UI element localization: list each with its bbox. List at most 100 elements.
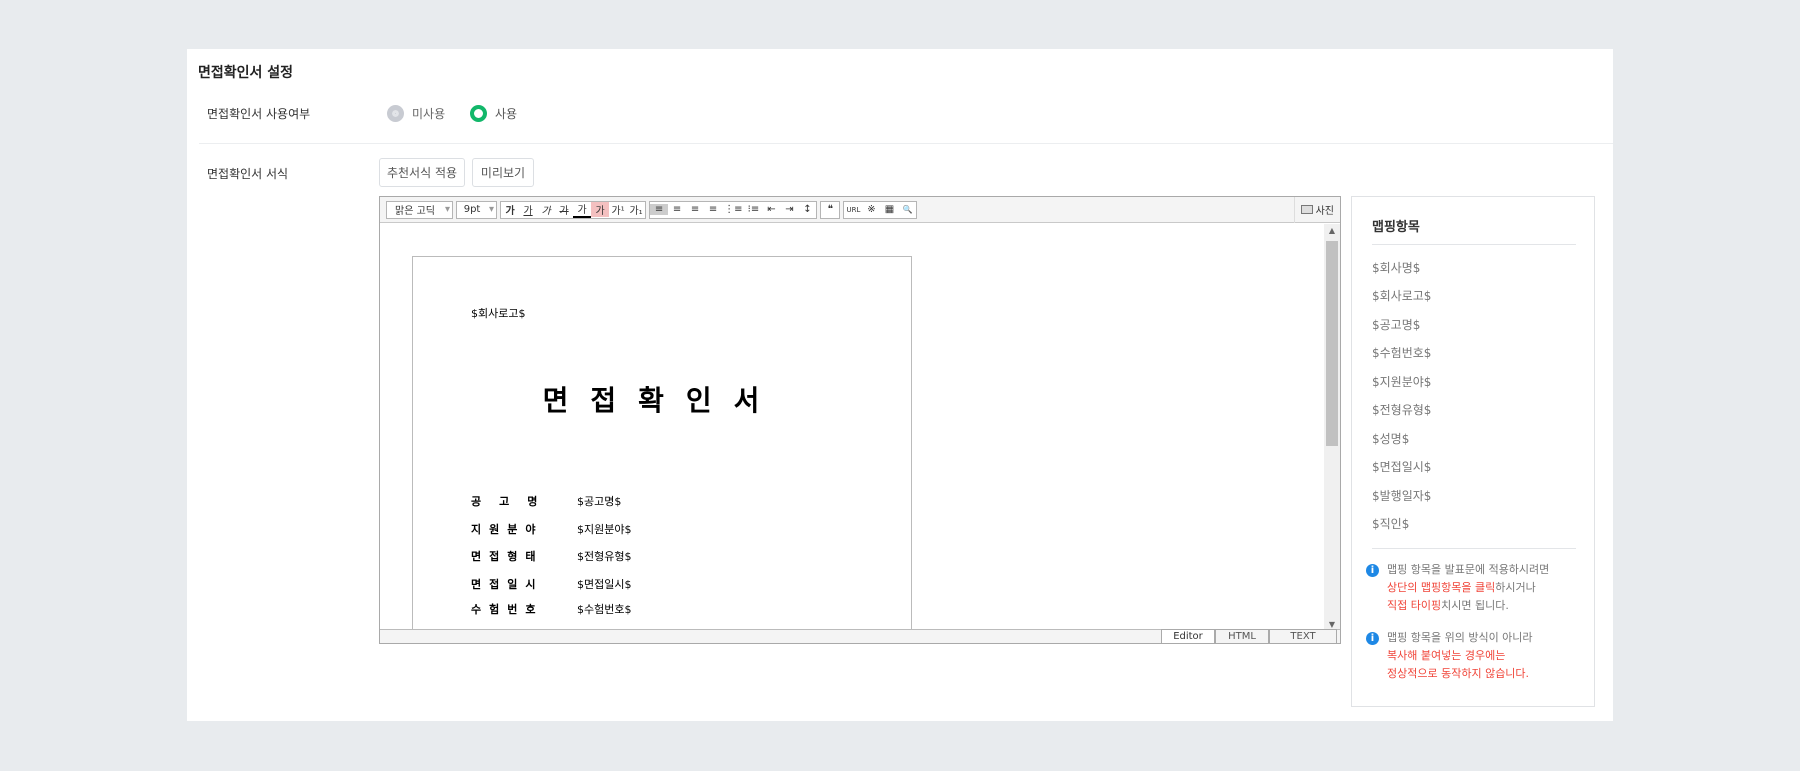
scroll-down-icon[interactable]: ▼ <box>1324 620 1340 629</box>
editor-toolbar: 맑은 고딕 ▾ 9pt ▾ 가 가 가 가 가 가 가¹ 가₁ ≡ ≡ ≡ ≡ ⋮≡… <box>380 196 1340 223</box>
mapping-item[interactable]: $공고명$ <box>1372 316 1420 333</box>
mapping-item[interactable]: $회사로고$ <box>1372 287 1431 304</box>
underline-button[interactable]: 가 <box>519 202 537 217</box>
justify-button[interactable]: ≡ <box>704 204 722 215</box>
photo-label: 사진 <box>1315 206 1334 217</box>
mapping-panel: 맵핑항목 $회사명$ $회사로고$ $공고명$ $수험번호$ $지원분야$ $전… <box>1351 196 1595 707</box>
doc-row-value: $공고명$ <box>577 495 622 508</box>
font-value: 맑은 고딕 <box>395 206 435 217</box>
radio-label: 미사용 <box>412 107 446 121</box>
radio-label: 사용 <box>495 107 518 121</box>
info-text: 하시거나 <box>1495 581 1536 594</box>
divider <box>1372 244 1576 245</box>
divider <box>1372 548 1576 549</box>
italic-button[interactable]: 가 <box>537 202 555 217</box>
preview-button[interactable]: 미리보기 <box>472 158 534 187</box>
info-text: 맵핑 항목을 위의 방식이 아니라 <box>1387 631 1533 644</box>
info-note-2: i 맵핑 항목을 위의 방식이 아니라 복사해 붙여넣는 경우에는 정상적으로 … <box>1366 629 1533 683</box>
radio-unused[interactable]: 미사용 <box>387 105 445 122</box>
doc-logo-placeholder: $회사로고$ <box>471 307 526 320</box>
scrollbar-thumb[interactable] <box>1326 241 1338 446</box>
section-title: 면접확인서 설정 <box>198 65 294 81</box>
tab-text[interactable]: TEXT <box>1269 629 1337 643</box>
divider <box>199 143 1613 144</box>
info-note-1: i 맵핑 항목을 발표문에 적용하시려면 상단의 맵핑항목을 클릭하시거나 직접… <box>1366 561 1549 615</box>
insert-group: URL ※ ▦ 🔍 <box>843 200 918 219</box>
vertical-scrollbar[interactable]: ▲ ▼ <box>1324 224 1340 631</box>
radio-off-icon <box>387 105 404 122</box>
doc-row-label: 수험번호 <box>471 603 544 616</box>
mapping-item[interactable]: $면접일시$ <box>1372 458 1431 475</box>
radio-used[interactable]: 사용 <box>470 105 517 122</box>
info-highlight: 복사해 붙여넣는 경우에는 <box>1387 649 1506 662</box>
mapping-item[interactable]: $수험번호$ <box>1372 344 1431 361</box>
doc-row-label: 지원분야 <box>471 523 544 536</box>
indent-button[interactable]: ⇥ <box>780 204 798 215</box>
table-button[interactable]: ▦ <box>880 204 898 215</box>
radio-on-icon <box>470 105 487 122</box>
subscript-button[interactable]: 가₁ <box>627 202 645 217</box>
highlight-button[interactable]: 가 <box>591 202 610 217</box>
info-icon: i <box>1366 564 1379 577</box>
info-text: 맵핑 항목을 발표문에 적용하시려면 <box>1387 563 1550 576</box>
info-text: 치시면 됩니다. <box>1441 599 1509 612</box>
find-button[interactable]: 🔍 <box>898 205 916 214</box>
doc-row-value: $지원분야$ <box>577 523 632 536</box>
ordered-list-button[interactable]: ⋮≡ <box>722 204 744 215</box>
superscript-button[interactable]: 가¹ <box>609 202 627 217</box>
doc-row: 지원분야 $지원분야$ <box>471 521 631 537</box>
mapping-item[interactable]: $전형유형$ <box>1372 401 1431 418</box>
doc-row-value: $면접일시$ <box>577 578 632 591</box>
mapping-item[interactable]: $발행일자$ <box>1372 487 1431 504</box>
strike-button[interactable]: 가 <box>555 202 573 217</box>
info-highlight: 직접 타이핑 <box>1387 599 1442 612</box>
size-value: 9pt <box>463 204 481 215</box>
editor-content[interactable]: $회사로고$ 면접확인서 공고명 $공고명$ 지원분야 $지원분야$ 면접형태 $전형… <box>380 224 1324 631</box>
outdent-button[interactable]: ⇤ <box>762 204 780 215</box>
editor-mode-tabs: Editor HTML TEXT <box>380 629 1340 643</box>
size-select[interactable]: 9pt ▾ <box>456 200 498 219</box>
url-button[interactable]: URL <box>844 206 862 214</box>
quote-button[interactable]: ❝ <box>821 204 839 215</box>
font-color-button[interactable]: 가 <box>573 201 592 218</box>
align-group: ≡ ≡ ≡ ≡ ⋮≡ ⁝≡ ⇤ ⇥ ↕ <box>649 200 818 219</box>
tab-html[interactable]: HTML <box>1215 629 1269 643</box>
align-right-button[interactable]: ≡ <box>686 204 704 215</box>
mapping-title: 맵핑항목 <box>1372 220 1420 235</box>
doc-title: 면접확인서 <box>542 384 782 417</box>
usage-label: 면접확인서 사용여부 <box>207 107 311 121</box>
doc-row-value: $수험번호$ <box>577 603 632 616</box>
doc-row: 면접형태 $전형유형$ <box>471 548 631 564</box>
mapping-item[interactable]: $지원분야$ <box>1372 373 1431 390</box>
line-height-button[interactable]: ↕ <box>798 204 816 215</box>
mapping-item[interactable]: $성명$ <box>1372 430 1409 447</box>
quote-group: ❝ <box>820 200 841 219</box>
special-char-button[interactable]: ※ <box>862 204 880 215</box>
doc-row-label: 공고명 <box>471 495 556 508</box>
document-page: $회사로고$ 면접확인서 공고명 $공고명$ 지원분야 $지원분야$ 면접형태 $전형… <box>412 256 912 631</box>
camera-icon <box>1300 205 1313 214</box>
doc-row: 공고명 $공고명$ <box>471 493 621 509</box>
align-center-button[interactable]: ≡ <box>668 204 686 215</box>
bold-button[interactable]: 가 <box>501 202 519 217</box>
doc-row-label: 면접일시 <box>471 578 544 591</box>
doc-row: 면접일시 $면접일시$ <box>471 576 631 592</box>
text-format-group: 가 가 가 가 가 가 가¹ 가₁ <box>500 200 647 219</box>
scroll-up-icon[interactable]: ▲ <box>1324 226 1340 235</box>
info-highlight: 상단의 맵핑항목을 클릭 <box>1387 581 1496 594</box>
mapping-item[interactable]: $회사명$ <box>1372 259 1420 276</box>
font-select[interactable]: 맑은 고딕 ▾ <box>386 200 454 219</box>
align-left-button[interactable]: ≡ <box>650 204 669 215</box>
unordered-list-button[interactable]: ⁝≡ <box>744 204 762 215</box>
rich-text-editor: 맑은 고딕 ▾ 9pt ▾ 가 가 가 가 가 가 가¹ 가₁ ≡ ≡ ≡ ≡ ⋮≡… <box>379 196 1341 644</box>
doc-row-value: $전형유형$ <box>577 550 632 563</box>
tab-editor[interactable]: Editor <box>1161 629 1215 643</box>
settings-card: 면접확인서 설정 면접확인서 사용여부 미사용 사용 면접확인서 서식 추천서식… <box>187 49 1613 721</box>
doc-row-label: 면접형태 <box>471 550 544 563</box>
info-highlight: 정상적으로 동작하지 않습니다. <box>1387 667 1530 680</box>
photo-button[interactable]: 사진 <box>1293 196 1340 223</box>
format-label: 면접확인서 서식 <box>207 167 289 181</box>
apply-recommended-button[interactable]: 추천서식 적용 <box>379 158 465 187</box>
doc-row: 수험번호 $수험번호$ <box>471 601 631 617</box>
mapping-item[interactable]: $직인$ <box>1372 515 1409 532</box>
